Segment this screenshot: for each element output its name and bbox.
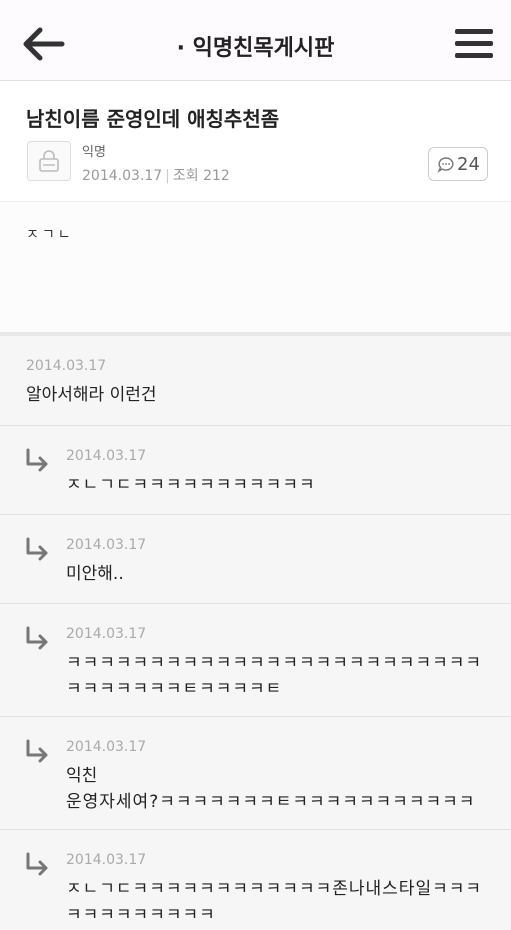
hamburger-menu-icon[interactable]: [455, 28, 493, 60]
comment-date: 2014.03.17: [66, 626, 147, 642]
comment-date: 2014.03.17: [66, 739, 147, 755]
reply-arrow-icon: [26, 852, 48, 876]
comment-text: 알아서해라 이런건: [26, 385, 157, 405]
comment-date: 2014.03.17: [26, 358, 107, 374]
post-body-text: ㅈㄱㄴ: [26, 227, 74, 243]
comment-date: 2014.03.17: [66, 852, 147, 868]
comment-text: 미안해..: [66, 564, 124, 584]
reply-item[interactable]: 2014.03.17 미안해..: [0, 515, 511, 604]
speech-bubble-icon: [437, 157, 454, 173]
comment-date: 2014.03.17: [66, 537, 147, 553]
reply-item[interactable]: 2014.03.17 ㅈㄴㄱㄷㅋㅋㅋㅋㅋㅋㅋㅋㅋㅋㅋ: [0, 426, 511, 515]
comment-list: 2014.03.17 알아서해라 이런건 2014.03.17 ㅈㄴㄱㄷㅋㅋㅋㅋ…: [0, 336, 511, 930]
reply-item[interactable]: 2014.03.17 ㅈㄴㄱㄷㅋㅋㅋㅋㅋㅋㅋㅋㅋㅋㅋㅋ존나내스타일ㅋㅋㅋ ㅋㅋㅋ…: [0, 830, 511, 930]
reply-arrow-icon: [26, 626, 48, 650]
lock-icon: [39, 150, 59, 172]
app-header: · 익명친목게시판: [0, 0, 511, 81]
post-date: 2014.03.17: [82, 168, 163, 184]
meta-divider: |: [165, 168, 170, 184]
comment-date: 2014.03.17: [66, 448, 147, 464]
anonymous-avatar: [27, 141, 71, 181]
reply-item[interactable]: 2014.03.17 익친 운영자세여?ㅋㅋㅋㅋㅋㅋㅋㅌㅋㅋㅋㅋㅋㅋㅋㅋㅋㅋㅋ: [0, 717, 511, 830]
post-header: 남친이름 준영인데 애칭추천좀 익명 2014.03.17 | 조회 212 24: [0, 81, 511, 202]
post-author: 익명: [82, 145, 106, 160]
reply-arrow-icon: [26, 739, 48, 763]
reply-arrow-icon: [26, 448, 48, 472]
post-meta: 2014.03.17 | 조회 212: [82, 165, 230, 185]
comment-text-line2: ㅋㅋㅋㅋㅋㅋㅋㅋㅋ: [66, 905, 216, 925]
comment-text: ㅈㄴㄱㄷㅋㅋㅋㅋㅋㅋㅋㅋㅋㅋㅋ: [66, 475, 316, 495]
reply-item[interactable]: 2014.03.17 ㅋㅋㅋㅋㅋㅋㅋㅋㅋㅋㅋㅋㅋㅋㅋㅋㅋㅋㅋㅋㅋㅋㅋㅋㅋ ㅋㅋㅋ…: [0, 604, 511, 717]
comment-text-line1: ㅋㅋㅋㅋㅋㅋㅋㅋㅋㅋㅋㅋㅋㅋㅋㅋㅋㅋㅋㅋㅋㅋㅋㅋㅋ: [66, 653, 482, 673]
comment-item[interactable]: 2014.03.17 알아서해라 이런건: [0, 336, 511, 426]
reply-arrow-icon: [26, 537, 48, 561]
comment-count-button[interactable]: 24: [428, 147, 488, 181]
comment-text-line1: 익친: [66, 766, 98, 786]
comment-text-line1: ㅈㄴㄱㄷㅋㅋㅋㅋㅋㅋㅋㅋㅋㅋㅋㅋ존나내스타일ㅋㅋㅋ: [66, 879, 482, 899]
board-title: · 익명친목게시판: [176, 36, 335, 61]
post-title: 남친이름 준영인데 애칭추천좀: [26, 107, 280, 131]
comment-text-line2: 운영자세여?ㅋㅋㅋㅋㅋㅋㅋㅌㅋㅋㅋㅋㅋㅋㅋㅋㅋㅋㅋ: [66, 792, 476, 812]
comment-text-line2: ㅋㅋㅋㅋㅋㅋㅋㅌㅋㅋㅋㅋㅌ: [66, 679, 283, 699]
post-body: ㅈㄱㄴ: [0, 202, 511, 332]
comment-count: 24: [457, 154, 480, 175]
post-views: 조회 212: [172, 168, 230, 184]
